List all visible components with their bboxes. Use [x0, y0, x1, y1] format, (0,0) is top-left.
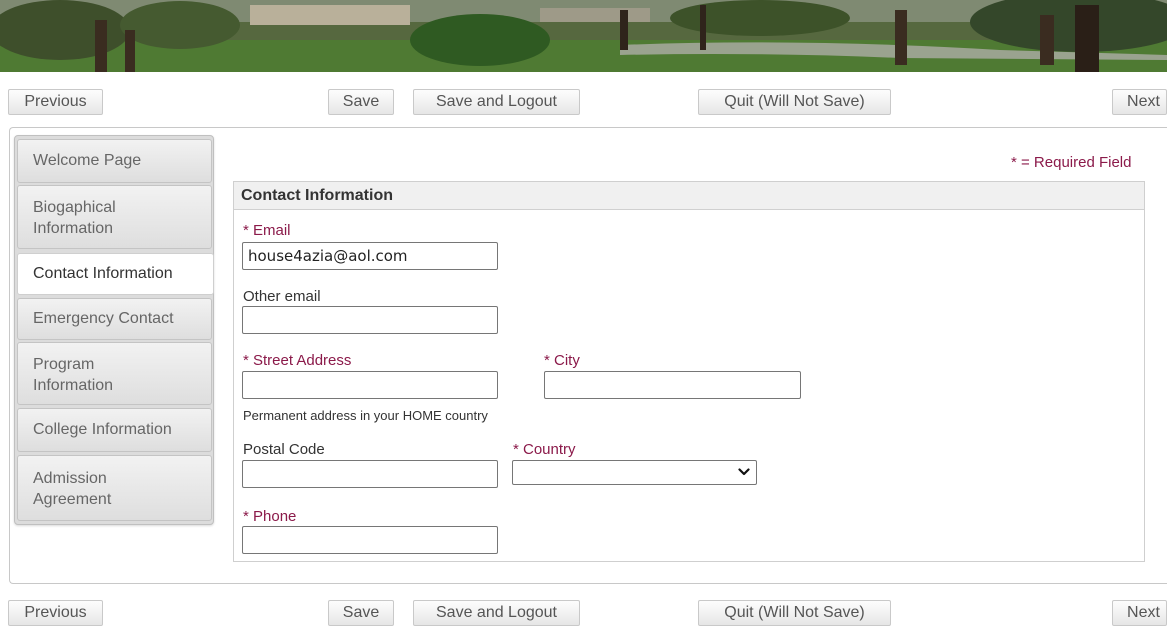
contact-information-panel: Contact Information * Email house4azia@a…: [233, 181, 1145, 562]
sidebar-item-admission-agreement[interactable]: Admission Agreement: [17, 455, 212, 521]
sidebar-item-college-information[interactable]: College Information: [17, 408, 212, 452]
previous-button[interactable]: Previous: [8, 89, 103, 115]
country-select[interactable]: [512, 460, 757, 485]
save-button[interactable]: Save: [328, 89, 394, 115]
city-label: * City: [544, 352, 580, 369]
section-sidebar: Welcome Page Biogaphical Information Con…: [14, 135, 214, 525]
next-button[interactable]: Next: [1112, 89, 1167, 115]
save-and-logout-button[interactable]: Save and Logout: [413, 89, 580, 115]
sidebar-item-label: Welcome Page: [33, 152, 142, 169]
quit-button[interactable]: Quit (Will Not Save): [698, 600, 891, 626]
sidebar-item-label: Contact Information: [33, 265, 173, 282]
top-nav-bar: Previous Save Save and Logout Quit (Will…: [0, 89, 1167, 115]
panel-title: Contact Information: [234, 182, 1144, 210]
sidebar-item-label: Emergency Contact: [33, 310, 174, 327]
address-hint: Permanent address in your HOME country: [243, 408, 488, 423]
city-field[interactable]: [544, 371, 801, 399]
save-button[interactable]: Save: [328, 600, 394, 626]
email-label: * Email: [243, 222, 291, 239]
sidebar-item-label: College Information: [33, 421, 172, 438]
sidebar-item-label-line2: Information: [33, 377, 114, 394]
postal-code-field[interactable]: [242, 460, 498, 488]
country-label: * Country: [513, 441, 576, 458]
sidebar-item-program-information[interactable]: Program Information: [17, 342, 212, 405]
bottom-nav-bar: Previous Save Save and Logout Quit (Will…: [0, 600, 1167, 626]
header-banner-image: [0, 0, 1167, 72]
next-button[interactable]: Next: [1112, 600, 1167, 626]
other-email-field[interactable]: [242, 306, 498, 334]
street-address-field[interactable]: [242, 371, 498, 399]
email-field[interactable]: house4azia@aol.com: [242, 242, 498, 270]
required-field-note: * = Required Field: [1011, 154, 1132, 171]
application-form-container: Welcome Page Biogaphical Information Con…: [9, 127, 1167, 584]
phone-label: * Phone: [243, 508, 297, 525]
phone-field[interactable]: [242, 526, 498, 554]
sidebar-item-label-line1: Program: [33, 356, 95, 373]
sidebar-item-welcome-page[interactable]: Welcome Page: [17, 139, 212, 183]
sidebar-item-label-line1: Biogaphical: [33, 199, 116, 216]
sidebar-item-contact-information[interactable]: Contact Information: [17, 253, 214, 295]
sidebar-item-biographical-information[interactable]: Biogaphical Information: [17, 185, 212, 249]
save-and-logout-button[interactable]: Save and Logout: [413, 600, 580, 626]
street-address-label: * Street Address: [243, 352, 352, 369]
sidebar-item-label-line2: Information: [33, 220, 114, 237]
sidebar-item-label-line1: Admission: [33, 470, 107, 487]
previous-button[interactable]: Previous: [8, 600, 103, 626]
sidebar-item-emergency-contact[interactable]: Emergency Contact: [17, 298, 212, 340]
sidebar-item-label-line2: Agreement: [33, 491, 112, 508]
postal-code-label: Postal Code: [243, 441, 325, 458]
chevron-down-icon: [738, 468, 750, 476]
quit-button[interactable]: Quit (Will Not Save): [698, 89, 891, 115]
other-email-label: Other email: [243, 288, 321, 305]
